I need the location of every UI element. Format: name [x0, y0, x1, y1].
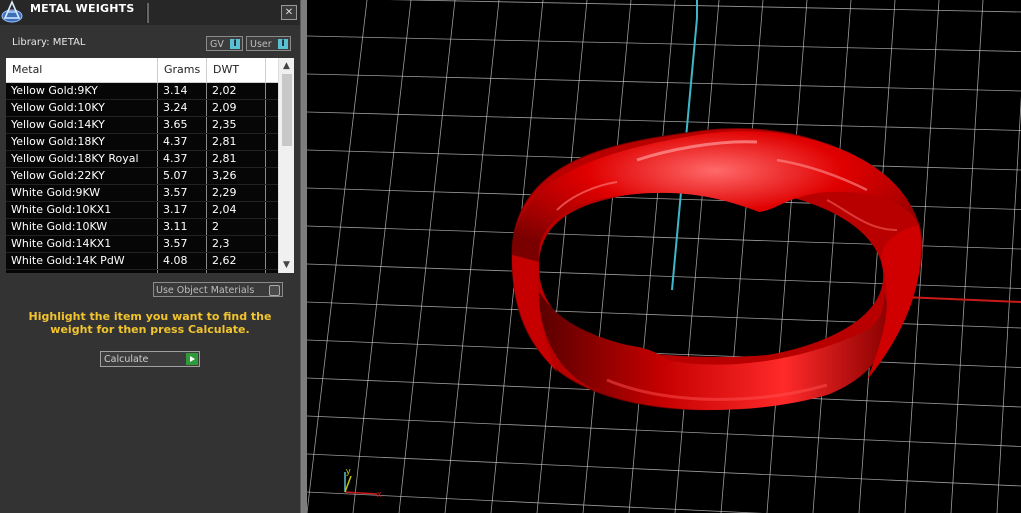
- table-row[interactable]: Yellow Gold:14KY 3.65 2,35: [6, 117, 278, 134]
- checkbox-icon: [269, 285, 280, 296]
- use-object-materials-checkbox[interactable]: Use Object Materials: [153, 282, 283, 297]
- grams-cell: 3.14: [158, 83, 207, 99]
- play-arrow-icon: [186, 353, 198, 365]
- dwt-cell: 2: [207, 219, 266, 235]
- row-padding: [266, 236, 278, 252]
- table-row[interactable]: Yellow Gold:18KY 4.37 2,81: [6, 134, 278, 151]
- metal-cell: Yellow Gold:10KY: [6, 100, 158, 116]
- row-padding: [266, 219, 278, 235]
- table-row[interactable]: Yellow Gold:22KY 5.07 3,26: [6, 168, 278, 185]
- grams-cell: 3.57: [158, 185, 207, 201]
- table-row[interactable]: White Gold:10KW 3.11 2: [6, 219, 278, 236]
- table-row[interactable]: White Gold:14K PdW 4.08 2,62: [6, 253, 278, 270]
- calculate-button[interactable]: Calculate: [100, 351, 200, 367]
- user-toggle-label: User: [250, 39, 272, 50]
- metal-table: Metal Grams DWT Yellow Gold:9KY 3.14 2,02 Y…: [6, 58, 294, 273]
- dwt-cell: 2,04: [207, 270, 266, 273]
- 3d-viewport[interactable]: x y: [307, 0, 1021, 513]
- panel-title: METAL WEIGHTS: [30, 2, 135, 15]
- metal-cell: Yellow Gold:14KY: [6, 117, 158, 133]
- dwt-cell: 2,04: [207, 202, 266, 218]
- row-padding: [266, 185, 278, 201]
- table-row[interactable]: White Gold:14KW3.172,04: [6, 270, 278, 273]
- grams-cell: 4.37: [158, 134, 207, 150]
- user-toggle[interactable]: User I: [246, 36, 291, 51]
- dwt-cell: 2,3: [207, 236, 266, 252]
- dwt-cell: 2,35: [207, 117, 266, 133]
- table-rows: Yellow Gold:9KY 3.14 2,02 Yellow Gold:10KY 3…: [6, 83, 278, 273]
- row-padding: [266, 134, 278, 150]
- scroll-down-icon[interactable]: ▼: [279, 259, 294, 271]
- gv-toggle-label: GV: [210, 39, 224, 50]
- row-padding: [266, 100, 278, 116]
- gv-toggle[interactable]: GV I: [206, 36, 243, 51]
- metal-cell: Yellow Gold:18KY Royal: [6, 151, 158, 167]
- table-row[interactable]: White Gold:14KX1 3.57 2,3: [6, 236, 278, 253]
- title-separator: [146, 3, 149, 23]
- row-padding: [266, 168, 278, 184]
- calculate-label: Calculate: [104, 354, 149, 365]
- panel-titlebar[interactable]: METAL WEIGHTS ✕: [0, 0, 300, 25]
- dwt-cell: 2,62: [207, 253, 266, 269]
- table-row[interactable]: White Gold:9KW 3.57 2,29: [6, 185, 278, 202]
- table-header: Metal Grams DWT: [6, 58, 278, 83]
- use-object-materials-label: Use Object Materials: [156, 285, 255, 296]
- metal-cell: White Gold:10KW: [6, 219, 158, 235]
- metal-weights-panel: METAL WEIGHTS ✕ Library: METAL GV I User…: [0, 0, 300, 513]
- scroll-thumb[interactable]: [282, 74, 292, 146]
- table-row[interactable]: Yellow Gold:10KY 3.24 2,09: [6, 100, 278, 117]
- grams-cell: 3.17: [158, 202, 207, 218]
- metal-cell: White Gold:10KX1: [6, 202, 158, 218]
- row-padding: [266, 83, 278, 99]
- metal-cell: Yellow Gold:22KY: [6, 168, 158, 184]
- grams-cell: 3.24: [158, 100, 207, 116]
- row-padding: [266, 270, 278, 273]
- metal-cell: White Gold:9KW: [6, 185, 158, 201]
- grams-cell: 4.08: [158, 253, 207, 269]
- grams-cell: 3.17: [158, 270, 207, 273]
- user-switch-icon: I: [278, 39, 288, 49]
- row-padding: [266, 151, 278, 167]
- row-padding: [266, 117, 278, 133]
- close-button[interactable]: ✕: [281, 5, 297, 20]
- dwt-cell: 3,26: [207, 168, 266, 184]
- app-logo-icon: [0, 0, 26, 25]
- grams-cell: 5.07: [158, 168, 207, 184]
- instruction-text: Highlight the item you want to find the …: [28, 310, 272, 336]
- grams-cell: 3.11: [158, 219, 207, 235]
- metal-cell: Yellow Gold:9KY: [6, 83, 158, 99]
- grams-cell: 3.65: [158, 117, 207, 133]
- table-row[interactable]: Yellow Gold:18KY Royal 4.37 2,81: [6, 151, 278, 168]
- panel-splitter[interactable]: [300, 0, 307, 513]
- dwt-cell: 2,81: [207, 151, 266, 167]
- table-row[interactable]: Yellow Gold:9KY 3.14 2,02: [6, 83, 278, 100]
- axis-x-label: x: [377, 489, 382, 499]
- metal-cell: White Gold:14KW: [6, 270, 158, 273]
- column-header-grams[interactable]: Grams: [158, 58, 207, 82]
- row-padding: [266, 202, 278, 218]
- library-label: Library: METAL: [12, 37, 86, 48]
- dwt-cell: 2,09: [207, 100, 266, 116]
- metal-cell: White Gold:14K PdW: [6, 253, 158, 269]
- row-padding: [266, 253, 278, 269]
- grams-cell: 4.37: [158, 151, 207, 167]
- table-scrollbar[interactable]: ▲ ▼: [278, 58, 294, 273]
- dwt-cell: 2,29: [207, 185, 266, 201]
- column-header-dwt[interactable]: DWT: [207, 58, 266, 82]
- metal-cell: White Gold:14KX1: [6, 236, 158, 252]
- gv-switch-icon: I: [230, 39, 240, 49]
- axis-y-label: y: [346, 466, 351, 476]
- scroll-up-icon[interactable]: ▲: [279, 60, 294, 72]
- dwt-cell: 2,81: [207, 134, 266, 150]
- metal-cell: Yellow Gold:18KY: [6, 134, 158, 150]
- dwt-cell: 2,02: [207, 83, 266, 99]
- table-row[interactable]: White Gold:10KX1 3.17 2,04: [6, 202, 278, 219]
- grams-cell: 3.57: [158, 236, 207, 252]
- column-header-metal[interactable]: Metal: [6, 58, 158, 82]
